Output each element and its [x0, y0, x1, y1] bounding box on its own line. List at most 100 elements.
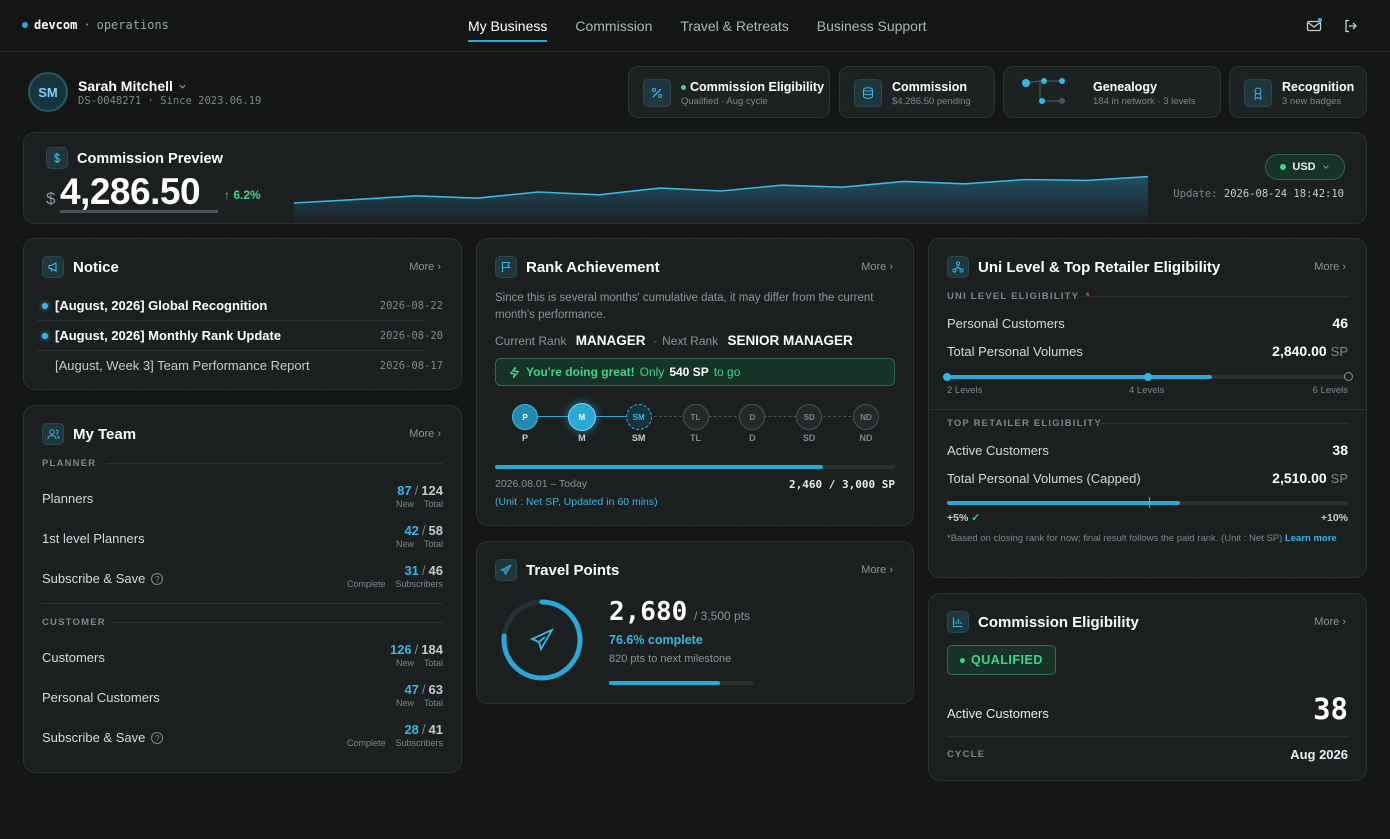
amount-underline: [60, 210, 218, 213]
divider: [1081, 296, 1348, 297]
travel-progress-fill: [609, 681, 721, 685]
megaphone-icon: [42, 256, 64, 278]
notice-item[interactable]: [August, 2026] Global Recognition 2026-08…: [42, 296, 443, 318]
new-dot: [42, 333, 48, 339]
quick-title: Genealogy: [1093, 80, 1157, 94]
row-label: Active Customers: [947, 443, 1049, 458]
update-value: 2026-08-24 18:42:10: [1223, 188, 1344, 200]
nav-business-support[interactable]: Business Support: [817, 0, 927, 42]
label-b: Subscribers: [395, 579, 443, 589]
rank-step-code: TL: [690, 412, 701, 422]
currency-select[interactable]: USD: [1265, 154, 1345, 180]
brand[interactable]: devcom · operations: [22, 18, 169, 32]
nav-my-business[interactable]: My Business: [468, 0, 548, 42]
rank-score: 2,460 / 3,000 SP: [789, 478, 895, 491]
currency-dot: [1280, 164, 1287, 170]
capped-fill: [947, 501, 1180, 505]
travel-points-total: / 3,500 pts: [694, 609, 751, 623]
value-sep: /: [414, 483, 419, 498]
team-row[interactable]: Subscribe & Save? 28/41 Complete Subscriber…: [42, 722, 443, 752]
rank-step-code: SD: [803, 412, 815, 422]
more-link[interactable]: More ›: [409, 261, 441, 273]
team-row[interactable]: Personal Customers 47/63 New Total: [42, 682, 443, 712]
rank-step: M: [567, 403, 596, 431]
team-row-label: 1st level Planners: [42, 531, 145, 546]
quick-sub: Qualified · Aug cycle: [681, 96, 768, 107]
label-a: New: [395, 658, 414, 668]
rank-step-label: D: [749, 433, 756, 443]
capped-left: +5% ✓: [947, 512, 980, 524]
more-link[interactable]: More ›: [861, 564, 893, 576]
more-link[interactable]: More ›: [409, 428, 441, 440]
team-row-label: Personal Customers: [42, 690, 160, 705]
quick-recognition[interactable]: Recognition 3 new badges: [1229, 66, 1367, 118]
help-icon[interactable]: ?: [151, 732, 164, 744]
team-row-values: 42/58 New Total: [396, 523, 443, 549]
help-icon[interactable]: ?: [151, 573, 164, 585]
level-label-6: 6 Levels: [1312, 385, 1348, 396]
active-customers-label: Active Customers: [947, 706, 1049, 721]
nav-travel-retreats[interactable]: Travel & Retreats: [680, 0, 788, 42]
notice-date: 2026-08-22: [379, 300, 443, 312]
travel-percent: 76.6% complete: [609, 633, 703, 647]
rank-step-label: SD: [802, 433, 816, 443]
level-label-2: 2 Levels: [947, 385, 983, 396]
value-sep: /: [414, 642, 419, 657]
learn-more-link[interactable]: Learn more: [1285, 533, 1337, 544]
row-value: 2,840.00 SP: [1272, 343, 1348, 359]
rank-achievement-card: Rank Achievement More › Since this is se…: [476, 238, 914, 526]
user-profile[interactable]: SM Sarah Mitchell DS-0048271 · Since 202…: [28, 72, 308, 112]
my-team-card: My Team More › PLANNER Planners 87/124 New…: [23, 405, 462, 773]
quick-sub: 184 in network · 3 levels: [1093, 96, 1196, 107]
capped-left-value: +5%: [947, 512, 969, 524]
quick-genealogy[interactable]: Genealogy 184 in network · 3 levels: [1003, 66, 1221, 118]
commission-amount: 4,286.50: [60, 171, 201, 212]
team-row[interactable]: 1st level Planners 42/58 New Total: [42, 523, 443, 553]
more-link[interactable]: More ›: [1314, 616, 1346, 628]
logout-icon[interactable]: [1343, 18, 1359, 34]
team-row[interactable]: Customers 126/184 New Total: [42, 642, 443, 672]
divider: [947, 736, 1348, 737]
label-b: Total: [423, 658, 443, 668]
quick-title: Commission Eligibility: [690, 80, 825, 94]
bar-chart-icon: [947, 611, 969, 633]
rank-step-code: P: [522, 412, 528, 422]
row-label: Personal Customers: [947, 316, 1065, 331]
brand-section: operations: [96, 18, 169, 32]
label-b: Subscribers: [395, 738, 443, 748]
card-title: Commission Eligibility: [978, 614, 1139, 631]
team-row-text: Subscribe & Save: [42, 571, 146, 586]
quick-commission[interactable]: Commission $4,286.50 pending: [839, 66, 995, 118]
footnote: *Based on closing rank for now; final re…: [947, 532, 1352, 546]
notice-item[interactable]: [August, 2026] Monthly Rank Update 2026-0…: [42, 326, 443, 348]
value-pair: 28/41: [347, 722, 443, 737]
team-row[interactable]: Planners 87/124 New Total: [42, 483, 443, 513]
level-marker-end: [1344, 372, 1353, 381]
label-a: New: [395, 698, 414, 708]
row-label: Total Personal Volumes (Capped): [947, 471, 1141, 486]
nav-commission[interactable]: Commission: [575, 0, 652, 42]
travel-next: 820 pts to next milestone: [609, 653, 732, 665]
quick-commission-eligibility[interactable]: Commission Eligibility Qualified · Aug c…: [628, 66, 830, 118]
more-link[interactable]: More ›: [1314, 261, 1346, 273]
hierarchy-icon: [947, 256, 969, 278]
team-row[interactable]: Subscribe & Save? 31/46 Complete Subscriber…: [42, 563, 443, 593]
qualified-status: QUALIFIED: [971, 653, 1043, 667]
label-a: Complete: [346, 738, 386, 748]
rank-progress-track: [495, 465, 895, 469]
chevron-down-icon[interactable]: [178, 82, 187, 91]
row-unit: SP: [1330, 344, 1348, 359]
sparkline-area: [294, 176, 1148, 223]
notice-item[interactable]: [August, Week 3] Team Performance Report…: [42, 356, 443, 378]
mail-icon[interactable]: [1306, 18, 1322, 34]
value-pair: 31/46: [347, 563, 443, 578]
section-label-uni: UNI LEVEL ELIGIBILITY *: [947, 291, 1091, 302]
value-sep: /: [421, 722, 426, 737]
main-nav: My Business Commission Travel & Retreats…: [468, 0, 927, 52]
value-a: 28: [404, 722, 419, 737]
status-dot: [960, 657, 965, 663]
notice-title: [August, Week 3] Team Performance Report: [55, 358, 310, 373]
team-row-text: Personal Customers: [42, 690, 160, 705]
team-row-text: Customers: [42, 650, 105, 665]
label-b: Total: [423, 499, 443, 509]
